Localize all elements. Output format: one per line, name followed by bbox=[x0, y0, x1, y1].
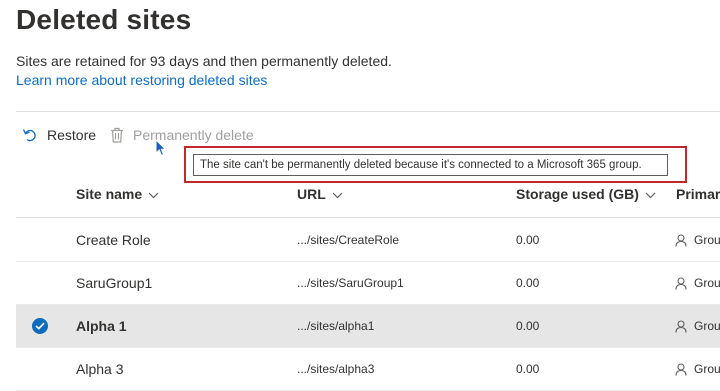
url-cell: .../sites/alpha3 bbox=[297, 362, 375, 376]
site-name-cell: SaruGroup1 bbox=[76, 275, 153, 291]
person-icon bbox=[675, 319, 687, 333]
column-header-primary[interactable]: Primary bbox=[676, 186, 720, 202]
permanently-delete-button[interactable]: Permanently delete bbox=[110, 124, 254, 146]
column-label: Primary bbox=[676, 186, 720, 202]
header-divider bbox=[16, 217, 720, 218]
primary-label: Group bbox=[694, 276, 720, 290]
primary-admin-cell: Group bbox=[675, 262, 720, 304]
person-icon bbox=[675, 362, 687, 376]
primary-label: Group bbox=[694, 319, 720, 333]
person-icon bbox=[675, 276, 687, 290]
restore-arrow-icon bbox=[22, 127, 38, 143]
url-cell: .../sites/CreateRole bbox=[297, 233, 400, 247]
table-row-selected[interactable]: Alpha 1 .../sites/alpha1 0.00 Group bbox=[16, 305, 720, 348]
row-checkbox[interactable] bbox=[32, 318, 48, 334]
chevron-down-icon bbox=[326, 186, 343, 202]
person-icon bbox=[675, 233, 687, 247]
url-cell: .../sites/alpha1 bbox=[297, 319, 375, 333]
storage-cell: 0.00 bbox=[516, 362, 540, 376]
permanently-delete-label: Permanently delete bbox=[133, 127, 254, 143]
column-label: Site name bbox=[76, 186, 143, 202]
primary-label: Group bbox=[694, 233, 720, 247]
chevron-down-icon bbox=[639, 186, 656, 202]
table-row[interactable]: Create Role .../sites/CreateRole 0.00 Gr… bbox=[16, 219, 720, 262]
column-header-site-name[interactable]: Site name bbox=[76, 186, 159, 202]
column-label: Storage used (GB) bbox=[516, 186, 639, 202]
restore-button[interactable]: Restore bbox=[22, 124, 96, 146]
table-row[interactable]: Alpha 3 .../sites/alpha3 0.00 Group bbox=[16, 348, 720, 391]
column-label: URL bbox=[297, 186, 326, 202]
storage-cell: 0.00 bbox=[516, 233, 540, 247]
primary-admin-cell: Group bbox=[675, 305, 720, 347]
learn-more-link[interactable]: Learn more about restoring deleted sites bbox=[16, 72, 267, 88]
site-name-cell: Alpha 3 bbox=[76, 361, 124, 377]
primary-admin-cell: Group bbox=[675, 219, 720, 261]
page-description: Sites are retained for 93 days and then … bbox=[16, 53, 392, 69]
chevron-down-icon bbox=[142, 186, 159, 202]
primary-admin-cell: Group bbox=[675, 348, 720, 390]
column-header-url[interactable]: URL bbox=[297, 186, 343, 202]
url-cell: .../sites/SaruGroup1 bbox=[297, 276, 404, 290]
primary-label: Group bbox=[694, 362, 720, 376]
site-name-cell: Create Role bbox=[76, 232, 151, 248]
storage-cell: 0.00 bbox=[516, 319, 540, 333]
table-row[interactable]: SaruGroup1 .../sites/SaruGroup1 0.00 Gro… bbox=[16, 262, 720, 305]
restore-label: Restore bbox=[47, 127, 97, 143]
toolbar-divider bbox=[16, 111, 720, 112]
page-title: Deleted sites bbox=[16, 4, 192, 35]
trash-icon bbox=[110, 127, 124, 143]
mouse-pointer-icon bbox=[155, 138, 167, 162]
checkmark-icon bbox=[35, 322, 45, 330]
column-header-storage[interactable]: Storage used (GB) bbox=[516, 186, 656, 202]
site-name-cell: Alpha 1 bbox=[76, 318, 127, 334]
disabled-reason-tooltip: The site can't be permanently deleted be… bbox=[193, 154, 668, 176]
storage-cell: 0.00 bbox=[516, 276, 540, 290]
